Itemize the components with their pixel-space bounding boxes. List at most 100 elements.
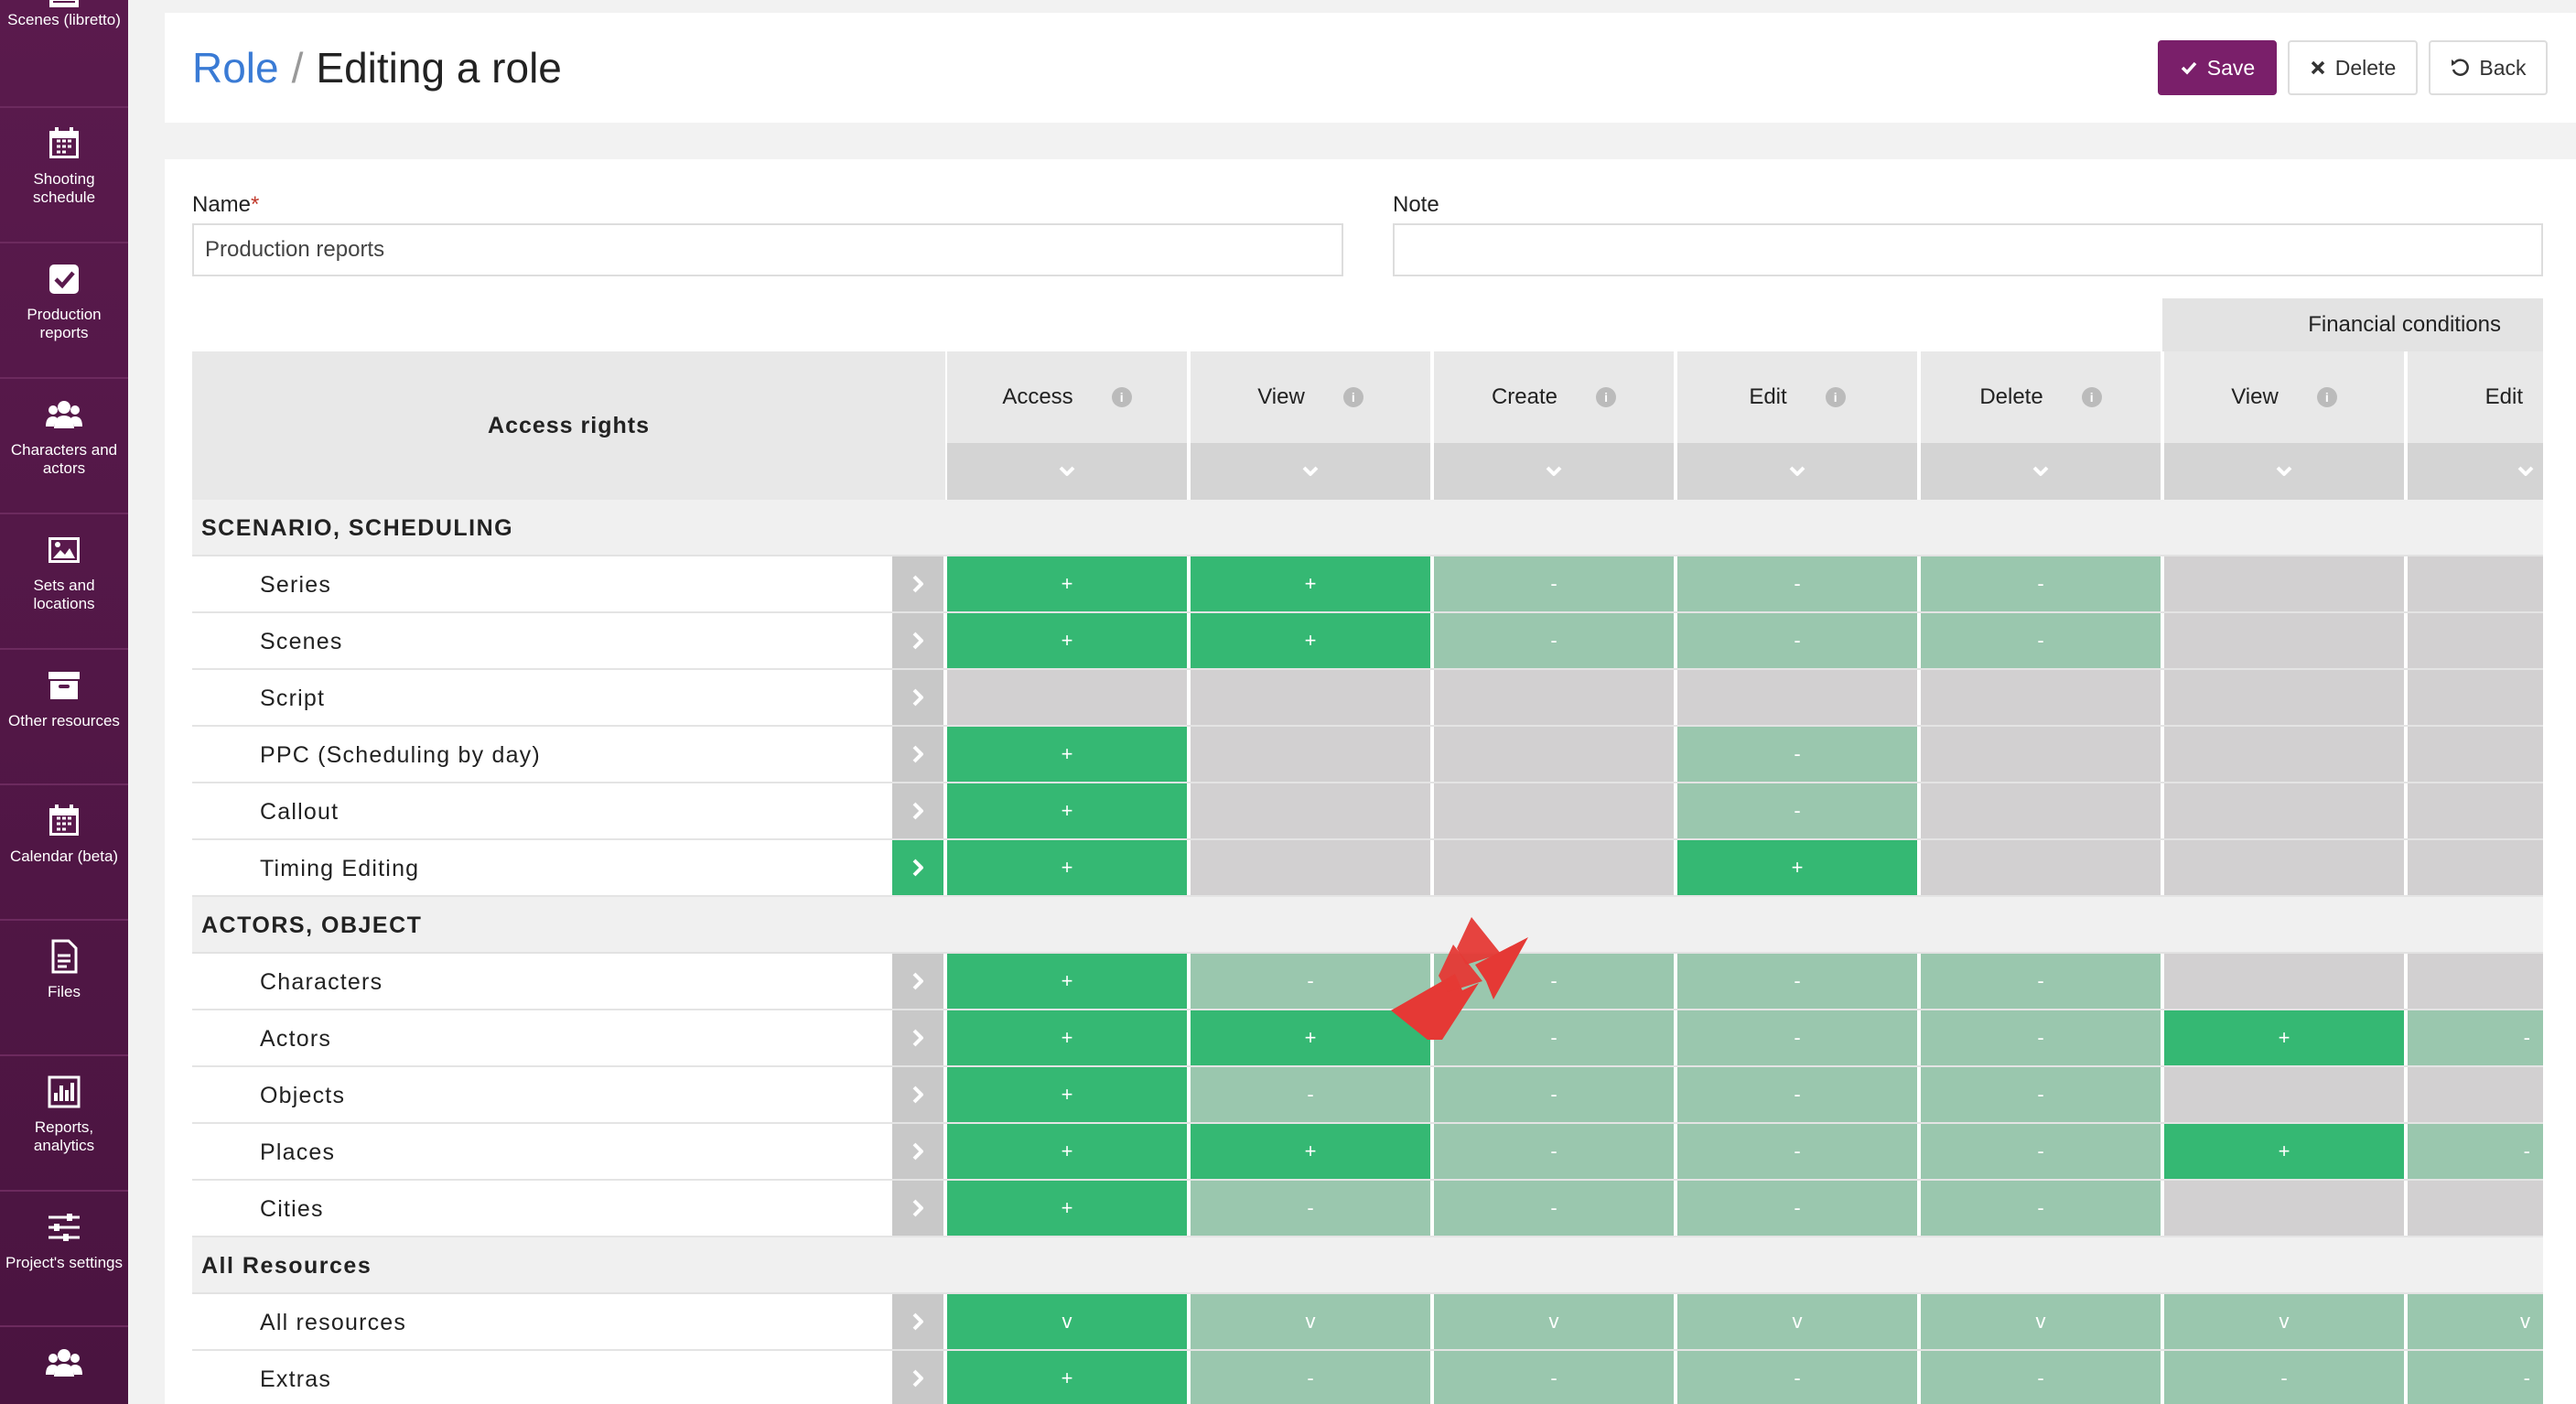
permission-cell[interactable] (1432, 670, 1674, 725)
permission-cell[interactable] (2406, 840, 2543, 895)
permission-cell[interactable] (2406, 1067, 2543, 1122)
info-icon[interactable]: i (1111, 387, 1132, 407)
row-expand-button[interactable] (892, 1010, 943, 1065)
permission-cell[interactable] (1189, 840, 1430, 895)
permission-cell[interactable]: - (1919, 613, 2161, 668)
permission-cell[interactable]: - (1919, 954, 2161, 1009)
permission-cell[interactable]: - (1432, 613, 1674, 668)
permission-cell[interactable] (2162, 670, 2404, 725)
permission-cell[interactable]: - (1432, 954, 1674, 1009)
permission-cell[interactable]: - (1432, 556, 1674, 611)
permission-cell[interactable] (1919, 840, 2161, 895)
row-expand-button[interactable] (892, 613, 943, 668)
permission-cell[interactable]: - (2406, 1010, 2543, 1065)
back-button[interactable]: Back (2429, 40, 2548, 95)
row-expand-button[interactable] (892, 1181, 943, 1236)
permission-cell[interactable]: + (945, 727, 1187, 782)
column-bulk-select[interactable] (2408, 443, 2543, 500)
permission-cell[interactable]: - (1676, 727, 1917, 782)
sidebar-item-files[interactable]: Files (0, 921, 128, 1056)
delete-button[interactable]: Delete (2288, 40, 2418, 95)
permission-cell[interactable]: - (1432, 1124, 1674, 1179)
column-bulk-select[interactable] (1434, 443, 1674, 500)
permission-cell[interactable]: - (1919, 1124, 2161, 1179)
column-bulk-select[interactable] (1677, 443, 1917, 500)
info-icon[interactable]: i (1825, 387, 1846, 407)
permission-cell[interactable]: + (945, 1181, 1187, 1236)
permission-cell[interactable] (1432, 783, 1674, 838)
permission-cell[interactable]: - (1676, 1181, 1917, 1236)
permission-cell[interactable]: - (1432, 1181, 1674, 1236)
sidebar-item-calendar[interactable]: Calendar (beta) (0, 785, 128, 921)
permission-cell[interactable]: v (1676, 1294, 1917, 1349)
permission-cell[interactable]: v (2406, 1294, 2543, 1349)
permission-cell[interactable]: - (1676, 613, 1917, 668)
permission-cell[interactable] (1919, 727, 2161, 782)
column-bulk-select[interactable] (1921, 443, 2161, 500)
permission-cell[interactable] (2406, 783, 2543, 838)
permission-cell[interactable]: + (945, 1351, 1187, 1404)
row-expand-button[interactable] (892, 840, 943, 895)
permission-cell[interactable] (2162, 727, 2404, 782)
permission-cell[interactable] (2162, 556, 2404, 611)
permission-cell[interactable]: v (2162, 1294, 2404, 1349)
permission-cell[interactable]: - (1676, 1124, 1917, 1179)
note-input[interactable] (1393, 223, 2543, 276)
permission-cell[interactable] (1189, 727, 1430, 782)
permission-cell[interactable]: + (1189, 613, 1430, 668)
permission-cell[interactable]: + (1189, 556, 1430, 611)
permission-cell[interactable]: + (1676, 840, 1917, 895)
sidebar-item-shooting-schedule[interactable]: Shooting schedule (0, 108, 128, 243)
permission-cell[interactable]: - (1189, 1181, 1430, 1236)
row-expand-button[interactable] (892, 727, 943, 782)
permission-cell[interactable]: - (1676, 783, 1917, 838)
permission-cell[interactable]: - (1432, 1351, 1674, 1404)
permission-cell[interactable]: - (1919, 1351, 2161, 1404)
permission-cell[interactable] (2406, 727, 2543, 782)
row-expand-button[interactable] (892, 670, 943, 725)
row-expand-button[interactable] (892, 1351, 943, 1404)
sidebar-item-other-resources[interactable]: Other resources (0, 650, 128, 785)
permission-cell[interactable]: - (1189, 1067, 1430, 1122)
sidebar-item-settings[interactable]: Project's settings (0, 1192, 128, 1327)
permission-cell[interactable]: - (1432, 1010, 1674, 1065)
permission-cell[interactable]: - (1189, 954, 1430, 1009)
column-bulk-select[interactable] (2164, 443, 2404, 500)
sidebar-item-sets-locations[interactable]: Sets and locations (0, 514, 128, 650)
permission-cell[interactable]: - (1919, 1181, 2161, 1236)
permission-cell[interactable] (1189, 670, 1430, 725)
permission-cell[interactable]: + (1189, 1010, 1430, 1065)
permission-cell[interactable]: - (1676, 556, 1917, 611)
permission-cell[interactable] (2406, 670, 2543, 725)
sidebar-item-scenes[interactable]: Scenes (libretto) (0, 0, 128, 108)
permission-cell[interactable] (1189, 783, 1430, 838)
permission-cell[interactable]: v (1919, 1294, 2161, 1349)
permission-cell[interactable] (1676, 670, 1917, 725)
permission-cell[interactable] (2162, 840, 2404, 895)
permission-cell[interactable]: - (2406, 1124, 2543, 1179)
permission-cell[interactable]: - (1189, 1351, 1430, 1404)
permission-cell[interactable] (2406, 556, 2543, 611)
row-expand-button[interactable] (892, 1294, 943, 1349)
permission-cell[interactable]: - (1676, 1010, 1917, 1065)
permission-cell[interactable]: + (2162, 1010, 2404, 1065)
permission-cell[interactable]: - (1432, 1067, 1674, 1122)
permission-cell[interactable]: + (2162, 1124, 2404, 1179)
permission-cell[interactable] (1919, 783, 2161, 838)
permission-cell[interactable]: + (945, 783, 1187, 838)
permission-cell[interactable]: - (1676, 1351, 1917, 1404)
column-bulk-select[interactable] (1191, 443, 1430, 500)
row-expand-button[interactable] (892, 1067, 943, 1122)
permission-cell[interactable]: - (2162, 1351, 2404, 1404)
sidebar-item-reports[interactable]: Reports, analytics (0, 1056, 128, 1192)
permission-cell[interactable] (1919, 670, 2161, 725)
permission-cell[interactable] (1432, 727, 1674, 782)
permission-cell[interactable]: v (945, 1294, 1187, 1349)
permission-cell[interactable] (2162, 1181, 2404, 1236)
info-icon[interactable]: i (1596, 387, 1617, 407)
permission-cell[interactable]: - (1676, 1067, 1917, 1122)
row-expand-button[interactable] (892, 1124, 943, 1179)
permission-cell[interactable]: + (945, 1010, 1187, 1065)
info-icon[interactable]: i (2081, 387, 2102, 407)
permission-cell[interactable] (2406, 1181, 2543, 1236)
